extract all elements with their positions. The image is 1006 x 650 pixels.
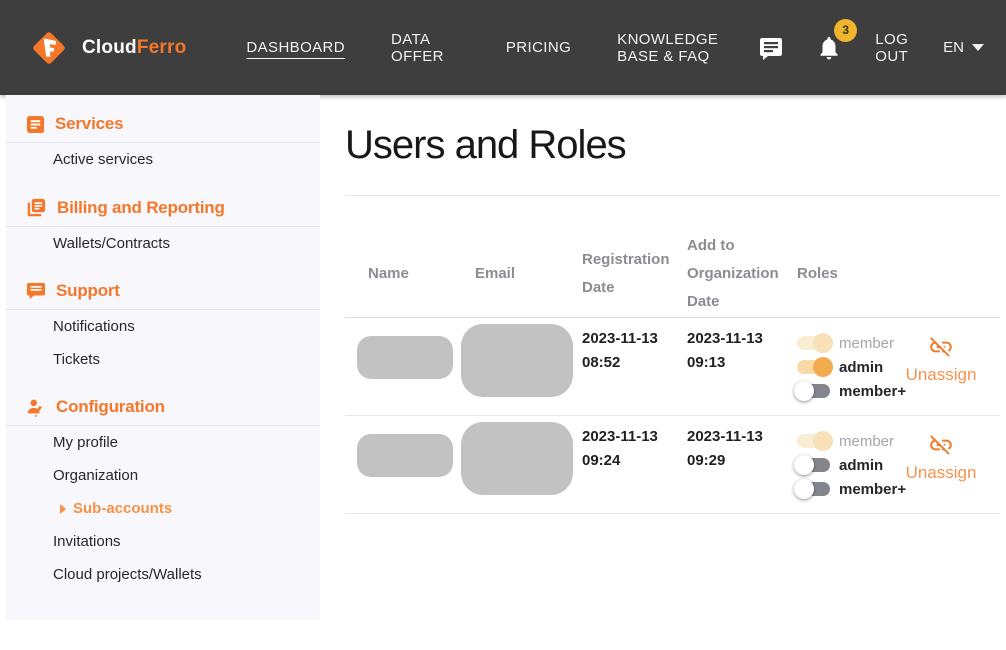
cloudferro-logo-icon <box>26 25 72 71</box>
unassign-button[interactable]: Unassign <box>896 318 1000 415</box>
chevron-right-icon <box>60 504 66 514</box>
sidebar-item-my-profile[interactable]: My profile <box>6 426 320 459</box>
roles-cell: member admin member+ <box>788 318 896 415</box>
sidebar-section-title: Configuration <box>56 397 165 417</box>
unassign-label: Unassign <box>906 365 977 385</box>
sidebar-item-label: Sub-accounts <box>73 500 172 517</box>
logout-button[interactable]: LOG OUT <box>875 31 909 65</box>
column-header-email: Email <box>460 260 573 288</box>
cloudferro-logo[interactable]: CloudFerro <box>26 25 186 71</box>
sidebar-item-tickets[interactable]: Tickets <box>6 343 320 376</box>
language-selector[interactable]: EN <box>943 39 984 56</box>
users-table-header: Name Email Registration Date Add to Orga… <box>345 196 1000 318</box>
sidebar: Services Active services Billing and Rep… <box>6 95 320 620</box>
person-edit-icon <box>26 397 46 417</box>
column-header-registration-date: Registration Date <box>573 246 678 302</box>
nav-item-data-offer[interactable]: DATA OFFER <box>391 31 460 65</box>
role-row-member-plus: member+ <box>797 381 896 401</box>
role-row-admin: admin <box>797 357 896 377</box>
member-plus-toggle[interactable] <box>797 482 830 496</box>
sidebar-section-header-support: Support <box>6 274 320 310</box>
column-header-roles: Roles <box>788 260 896 288</box>
unassign-button[interactable]: Unassign <box>896 416 1000 513</box>
column-header-name: Name <box>345 260 460 288</box>
role-label: member <box>839 433 894 450</box>
notification-count-badge: 3 <box>834 19 857 42</box>
sidebar-item-notifications[interactable]: Notifications <box>6 310 320 343</box>
notifications-button[interactable]: 3 <box>817 35 841 61</box>
sidebar-section-support: Support Notifications Tickets <box>6 274 320 376</box>
cloudferro-logo-text: CloudFerro <box>82 37 186 59</box>
topbar-right-controls: 3 LOG OUT EN <box>759 31 984 65</box>
role-label: member <box>839 335 894 352</box>
email-placeholder <box>461 324 573 397</box>
list-icon <box>26 115 45 134</box>
nav-item-pricing[interactable]: PRICING <box>506 39 571 56</box>
main-content: Users and Roles Name Email Registration … <box>320 95 1006 514</box>
sidebar-section-header-configuration: Configuration <box>6 390 320 426</box>
page-title: Users and Roles <box>345 123 1000 168</box>
admin-toggle[interactable] <box>797 360 830 374</box>
sidebar-item-invitations[interactable]: Invitations <box>6 525 320 558</box>
role-row-member: member <box>797 431 896 451</box>
registration-date: 2023-11-13 08:52 <box>573 318 678 415</box>
email-placeholder <box>461 422 573 495</box>
sidebar-item-sub-accounts[interactable]: Sub-accounts <box>6 492 320 525</box>
sidebar-section-title: Support <box>56 281 120 301</box>
sidebar-item-organization[interactable]: Organization <box>6 459 320 492</box>
role-row-member: member <box>797 333 896 353</box>
unlink-icon <box>928 432 954 458</box>
sidebar-item-wallets-contracts[interactable]: Wallets/Contracts <box>6 227 320 260</box>
unassign-label: Unassign <box>906 463 977 483</box>
chevron-down-icon <box>972 44 984 51</box>
add-to-organization-date: 2023-11-13 09:29 <box>678 416 783 513</box>
member-toggle[interactable] <box>797 434 830 448</box>
sidebar-section-billing: Billing and Reporting Wallets/Contracts <box>6 190 320 260</box>
sidebar-section-services: Services Active services <box>6 107 320 176</box>
sidebar-item-cloud-projects-wallets[interactable]: Cloud projects/Wallets <box>6 558 320 591</box>
chat-icon <box>759 36 783 60</box>
main-nav: DASHBOARD DATA OFFER PRICING KNOWLEDGE B… <box>246 31 759 65</box>
top-navigation-bar: CloudFerro DASHBOARD DATA OFFER PRICING … <box>0 0 1006 95</box>
role-row-admin: admin <box>797 455 896 475</box>
messages-button[interactable] <box>759 36 783 60</box>
nav-item-dashboard[interactable]: DASHBOARD <box>246 39 345 56</box>
role-label: admin <box>839 457 883 474</box>
role-row-member-plus: member+ <box>797 479 896 499</box>
nav-item-knowledge-base[interactable]: KNOWLEDGE BASE & FAQ <box>617 31 759 65</box>
sidebar-section-configuration: Configuration My profile Organization Su… <box>6 390 320 591</box>
chat-icon <box>26 281 46 301</box>
sidebar-section-title: Billing and Reporting <box>57 198 225 218</box>
admin-toggle[interactable] <box>797 458 830 472</box>
add-to-organization-date: 2023-11-13 09:13 <box>678 318 783 415</box>
sidebar-section-title: Services <box>55 114 123 134</box>
sidebar-item-active-services[interactable]: Active services <box>6 143 320 176</box>
unlink-icon <box>928 334 954 360</box>
column-header-add-to-organization-date: Add to Organization Date <box>678 232 797 316</box>
documents-icon <box>26 197 47 218</box>
sidebar-section-header-billing: Billing and Reporting <box>6 190 320 227</box>
table-row: 2023-11-13 08:52 2023-11-13 09:13 member… <box>345 318 1000 416</box>
registration-date: 2023-11-13 09:24 <box>573 416 678 513</box>
member-toggle[interactable] <box>797 336 830 350</box>
roles-cell: member admin member+ <box>788 416 896 513</box>
sidebar-section-header-services: Services <box>6 107 320 143</box>
role-label: admin <box>839 359 883 376</box>
name-placeholder <box>357 336 453 379</box>
name-placeholder <box>357 434 453 477</box>
table-row: 2023-11-13 09:24 2023-11-13 09:29 member… <box>345 416 1000 514</box>
language-label: EN <box>943 39 964 56</box>
member-plus-toggle[interactable] <box>797 384 830 398</box>
